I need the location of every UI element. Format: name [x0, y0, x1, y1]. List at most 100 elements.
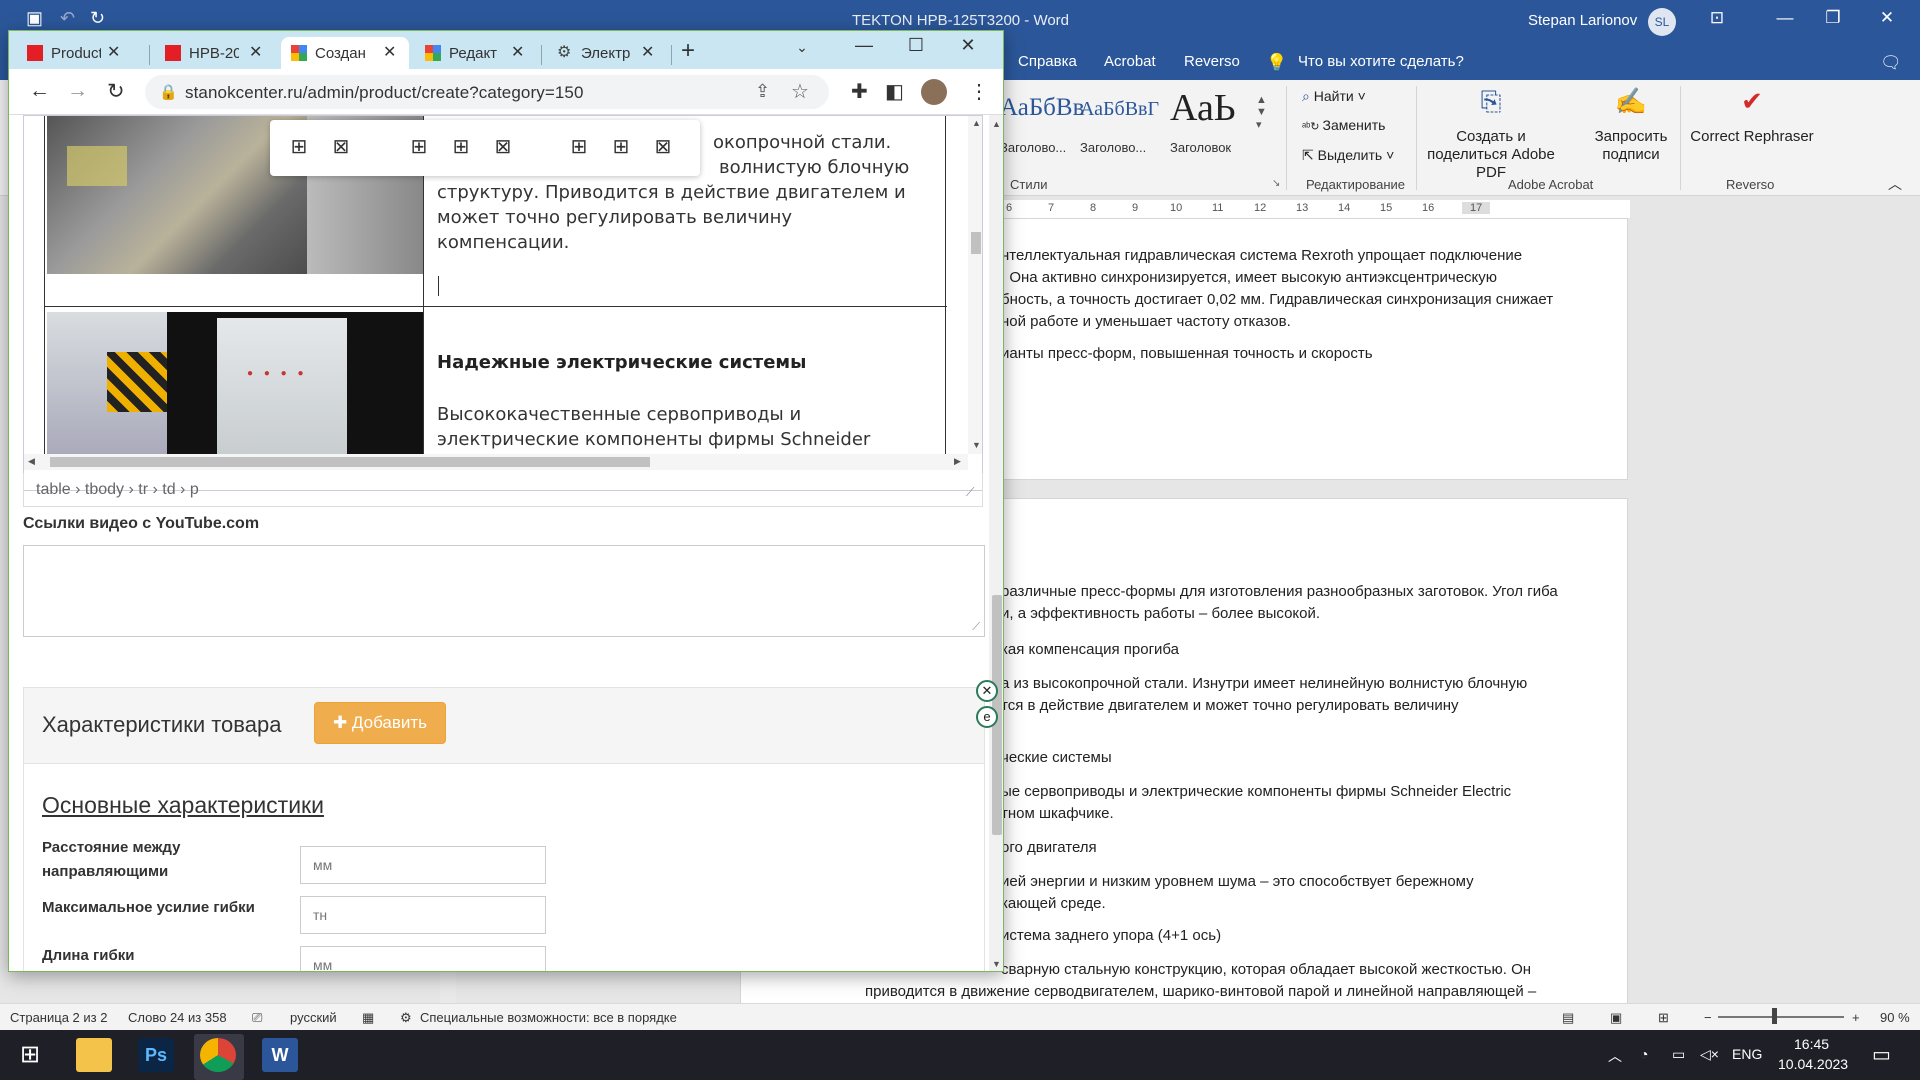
replace-button[interactable]: ᵃᵇ↻ Заменить	[1302, 117, 1385, 133]
volume-icon[interactable]: ◁×	[1700, 1046, 1719, 1063]
scroll-left-icon[interactable]: ◀	[28, 456, 35, 467]
table-properties-icon[interactable]: ⊞	[286, 136, 312, 160]
menu-acrobat[interactable]: Acrobat	[1104, 53, 1156, 70]
maximize-icon[interactable]: ❐	[1818, 8, 1848, 28]
language-indicator[interactable]: русский	[290, 1010, 337, 1025]
tell-me-search[interactable]: Что вы хотите сделать?	[1298, 53, 1464, 70]
menu-help[interactable]: Справка	[1018, 53, 1077, 70]
close-tab-icon[interactable]: ✕	[107, 42, 120, 62]
find-button[interactable]: ⌕ Найти ˅	[1302, 88, 1366, 105]
share-icon[interactable]: ⇪	[755, 81, 770, 102]
new-tab-button[interactable]: +	[681, 37, 695, 65]
close-tab-icon[interactable]: ✕	[641, 42, 654, 62]
zoom-in-icon[interactable]: +	[1852, 1010, 1860, 1025]
reload-icon[interactable]: ↻	[107, 79, 125, 104]
page-scrollbar[interactable]: ▲ ▼	[989, 115, 1003, 971]
zoom-level[interactable]: 90 %	[1880, 1010, 1910, 1025]
read-mode-icon[interactable]: ▤	[1562, 1010, 1574, 1026]
insert-row-after-icon[interactable]: ⊞	[448, 136, 474, 160]
close-tab-icon[interactable]: ✕	[383, 42, 396, 62]
web-layout-icon[interactable]: ⊞	[1658, 1010, 1669, 1026]
comments-icon[interactable]: 🗨	[1880, 53, 1902, 73]
create-pdf-button[interactable]: ⎘ Создать и поделиться Adobe PDF	[1426, 88, 1556, 182]
battery-icon[interactable]: ▭	[1672, 1046, 1685, 1063]
tab-product[interactable]: Product ✕	[17, 37, 135, 69]
avatar[interactable]: SL	[1648, 8, 1676, 36]
input-language[interactable]: ENG	[1732, 1046, 1762, 1062]
side-panel-icon[interactable]: ◧	[885, 79, 904, 104]
close-tab-icon[interactable]: ✕	[511, 42, 524, 62]
url-text[interactable]: stanokcenter.ru/admin/product/create?cat…	[185, 83, 584, 103]
delete-column-icon[interactable]: ⊠	[650, 136, 676, 160]
photoshop-icon[interactable]: Ps	[138, 1038, 174, 1072]
word-icon[interactable]: W	[262, 1038, 298, 1072]
add-characteristic-button[interactable]: ✚ Добавить	[314, 702, 446, 744]
insert-row-before-icon[interactable]: ⊞	[406, 136, 432, 160]
close-circle-icon[interactable]: ✕	[976, 680, 998, 702]
insert-column-before-icon[interactable]: ⊞	[566, 136, 592, 160]
scroll-down-icon[interactable]: ▼	[992, 959, 1001, 969]
collapse-ribbon-icon[interactable]: ︿	[1888, 174, 1902, 194]
bookmark-star-icon[interactable]: ☆	[791, 79, 809, 104]
wifi-icon[interactable]: ◔	[1640, 1046, 1648, 1062]
element-path[interactable]: table › tbody › tr › td › p	[36, 481, 199, 499]
print-layout-icon[interactable]: ▣	[1610, 1010, 1622, 1026]
url-field[interactable]: 🔒 stanokcenter.ru/admin/product/create?c…	[145, 75, 829, 109]
file-explorer-icon[interactable]	[76, 1038, 112, 1072]
chevron-up-icon[interactable]: ︿	[1608, 1046, 1622, 1066]
scroll-down-icon[interactable]: ▼	[972, 440, 981, 450]
save-icon[interactable]: ▣	[26, 8, 43, 29]
youtube-links-textarea[interactable]: ⟋	[23, 545, 985, 637]
guide-distance-input[interactable]	[300, 846, 546, 884]
profile-avatar[interactable]	[921, 79, 947, 105]
notifications-icon[interactable]: ▭	[1872, 1042, 1891, 1067]
macro-icon[interactable]: ▦	[362, 1010, 374, 1026]
proofing-icon[interactable]: ⎚	[252, 1010, 262, 1026]
tab-electric[interactable]: ⚙ Электр ✕	[547, 37, 665, 69]
redo-icon[interactable]: ↻	[90, 8, 105, 29]
word-count[interactable]: Слово 24 из 358	[128, 1010, 227, 1025]
clock-time[interactable]: 16:45	[1794, 1036, 1829, 1052]
editor-scrollbar-vertical[interactable]: ▲ ▼	[968, 116, 982, 454]
back-icon[interactable]: ←	[29, 79, 50, 103]
resize-handle-icon[interactable]: ⟋	[972, 621, 980, 634]
accessibility-status[interactable]: Специальные возможности: все в порядке	[420, 1010, 677, 1025]
insert-column-after-icon[interactable]: ⊞	[608, 136, 634, 160]
minimize-icon[interactable]: —	[849, 35, 879, 56]
menu-kebab-icon[interactable]: ⋮	[969, 79, 989, 104]
delete-row-icon[interactable]: ⊠	[490, 136, 516, 160]
scroll-up-icon[interactable]: ▲	[972, 118, 981, 128]
tab-hpb[interactable]: HPB-20 ✕	[155, 37, 273, 69]
styles-scroll-icon[interactable]: ▲ ▼ ▾	[1256, 94, 1267, 131]
scroll-up-icon[interactable]: ▲	[992, 119, 1001, 129]
maximize-icon[interactable]: ☐	[901, 35, 931, 56]
zoom-slider[interactable]	[1718, 1016, 1844, 1018]
close-icon[interactable]: ✕	[953, 35, 983, 56]
undo-icon[interactable]: ↶	[60, 8, 75, 29]
extension-e-icon[interactable]: e	[976, 706, 998, 728]
tab-create[interactable]: Создан ✕	[281, 37, 409, 69]
minimize-icon[interactable]: —	[1770, 8, 1800, 28]
style-title[interactable]: АаЬ Заголовок	[1166, 87, 1256, 158]
page-count[interactable]: Страница 2 из 2	[10, 1010, 107, 1025]
rich-text-editor[interactable]: окопрочной стали. волнистую блочную стру…	[23, 115, 983, 491]
select-button[interactable]: ⇱ Выделить ˅	[1302, 147, 1394, 164]
max-force-input[interactable]	[300, 896, 546, 934]
bend-length-input[interactable]	[300, 946, 546, 971]
tab-edit[interactable]: Редакт ✕	[415, 37, 533, 69]
style-heading2[interactable]: АаБбВвГ Заголово...	[1076, 88, 1166, 158]
lock-icon[interactable]: 🔒	[159, 83, 178, 101]
close-icon[interactable]: ✕	[1872, 8, 1902, 28]
tab-search-icon[interactable]: ⌄	[787, 39, 817, 56]
clock-date[interactable]: 10.04.2023	[1778, 1056, 1848, 1072]
windows-start-icon[interactable]: ⊞	[12, 1038, 48, 1072]
delete-table-icon[interactable]: ⊠	[328, 136, 354, 160]
user-name[interactable]: Stepan Larionov	[1528, 12, 1637, 29]
zoom-slider-thumb[interactable]	[1772, 1008, 1777, 1024]
style-heading1[interactable]: АаБбВв Заголово...	[996, 88, 1086, 158]
correct-rephraser-button[interactable]: ✔ Correct Rephraser	[1688, 88, 1816, 146]
forward-icon[interactable]: →	[67, 79, 88, 103]
extensions-icon[interactable]: ✚	[851, 79, 868, 104]
zoom-out-icon[interactable]: −	[1704, 1010, 1712, 1025]
ribbon-display-icon[interactable]: ⊡	[1702, 8, 1732, 28]
